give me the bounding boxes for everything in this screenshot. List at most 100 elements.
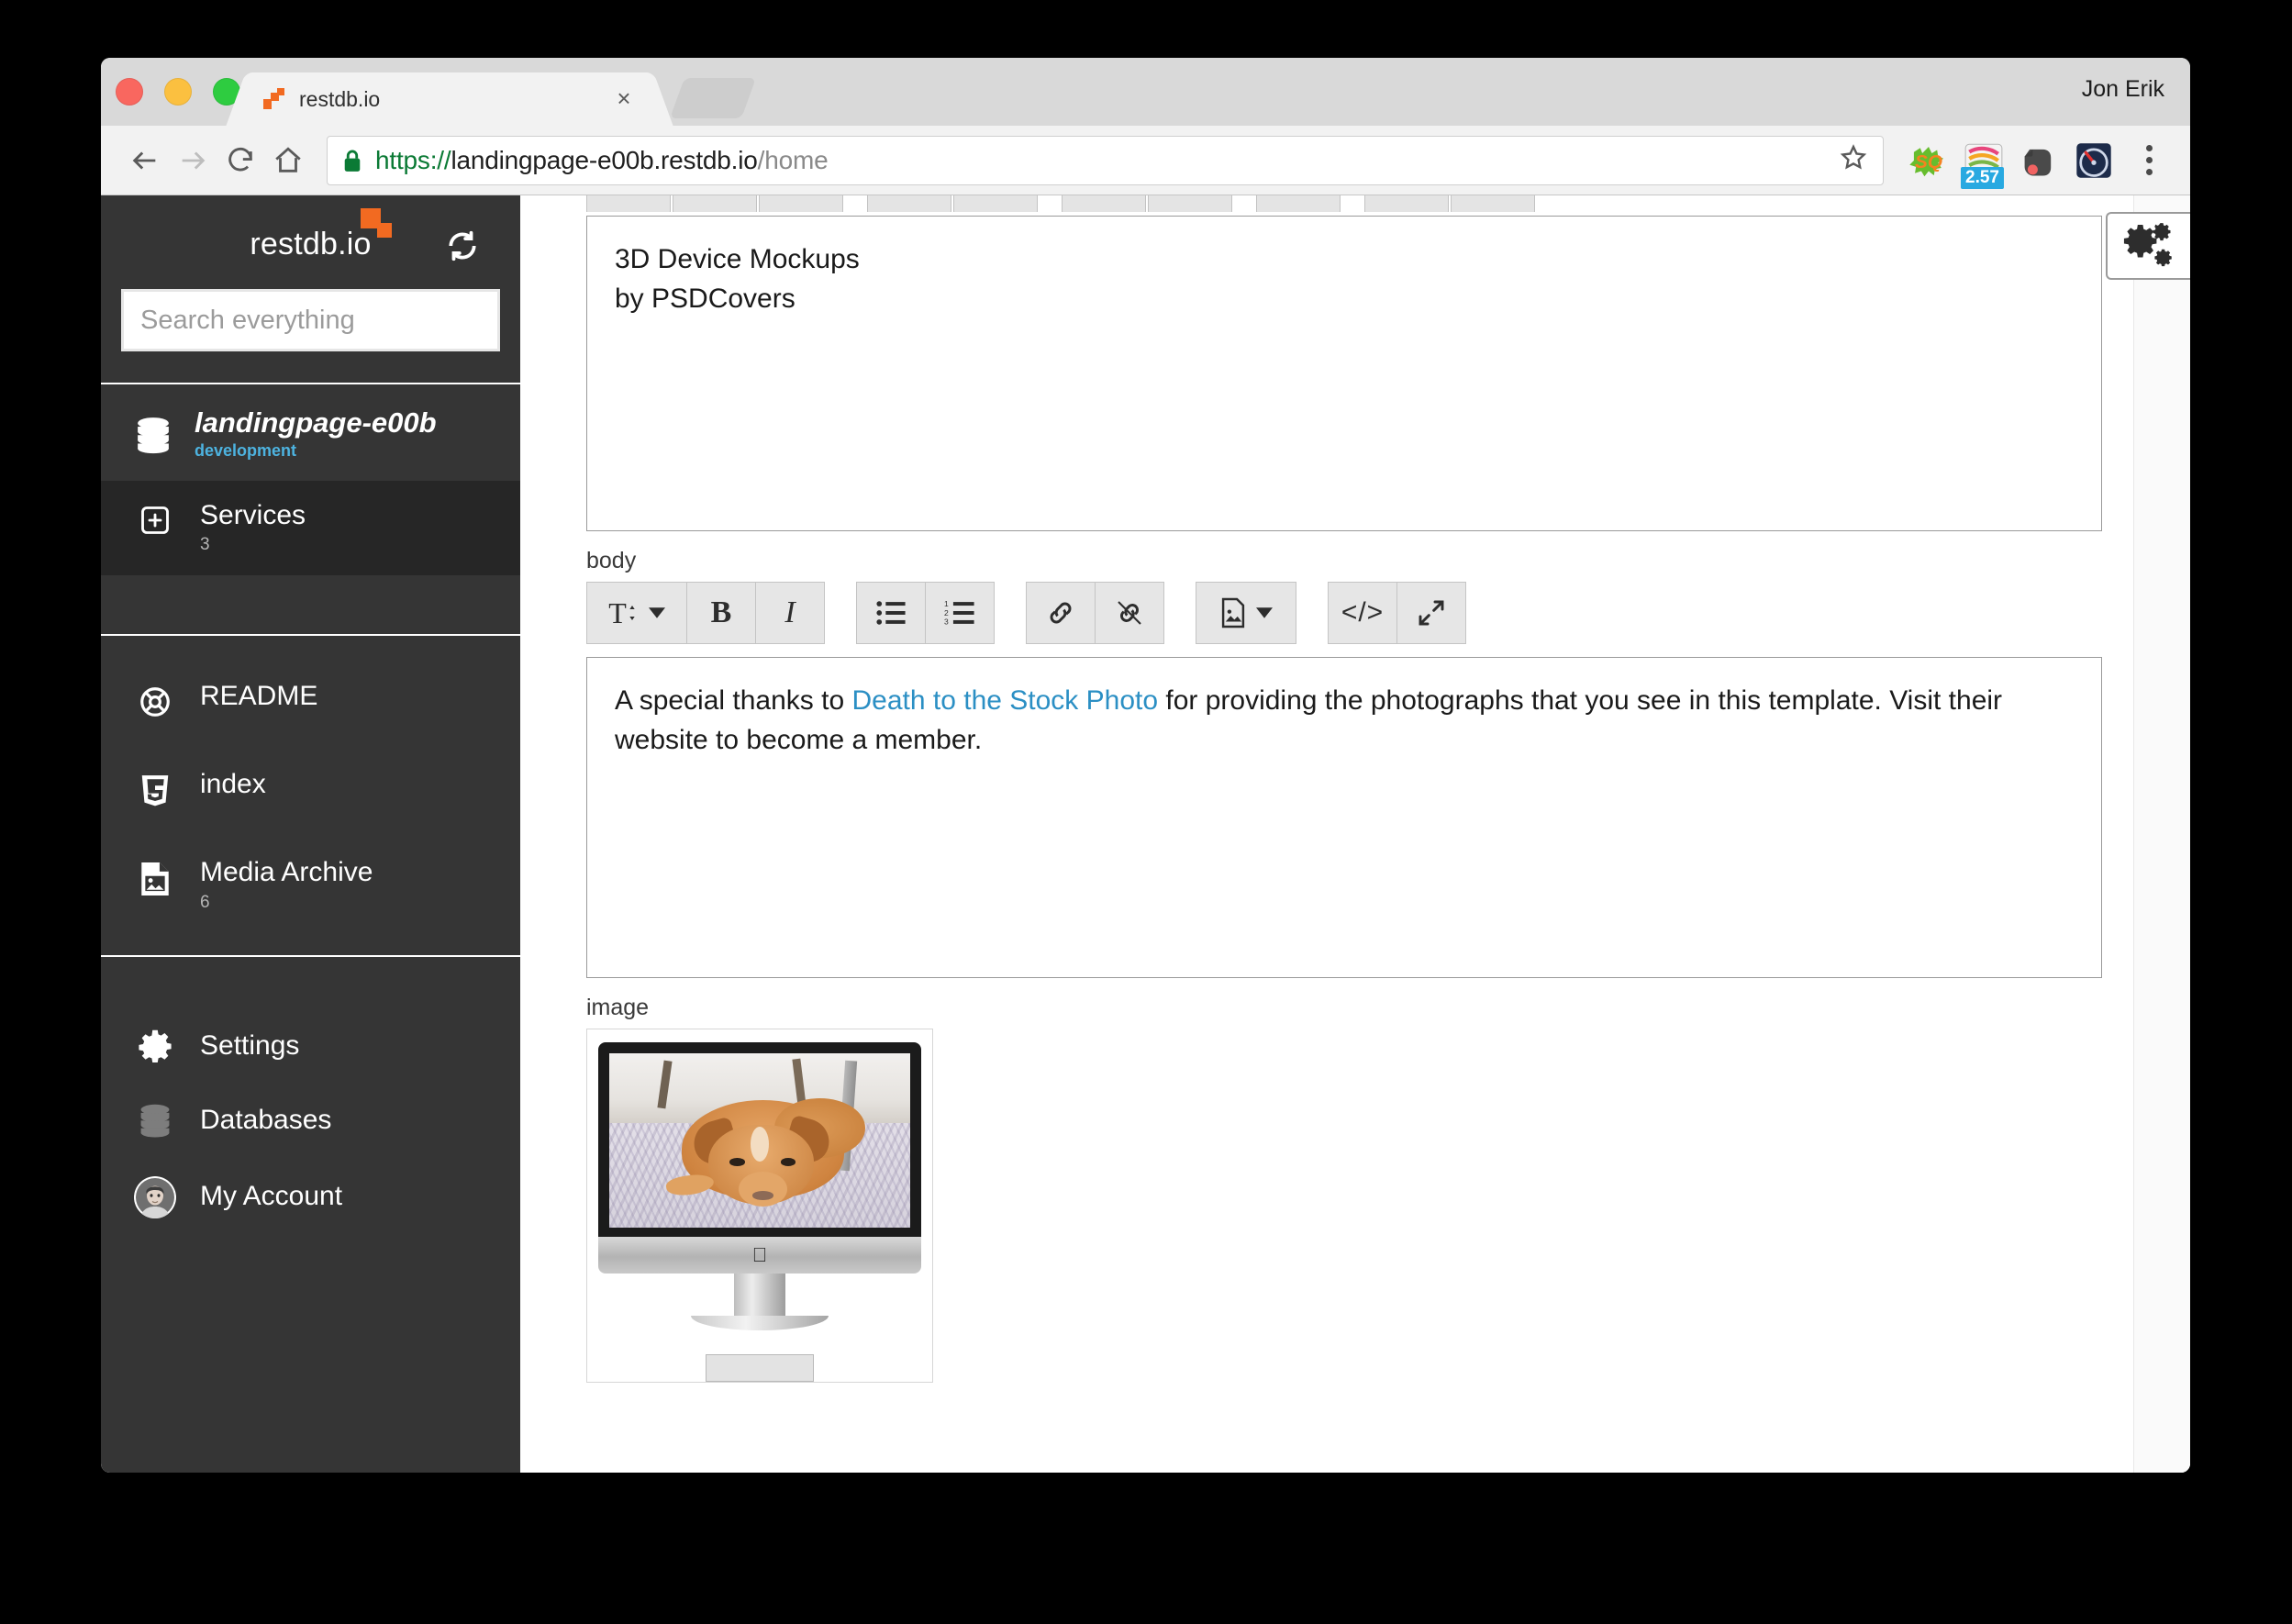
text-size-button[interactable]: T — [586, 582, 687, 644]
numbered-list-button[interactable]: 1 2 3 — [925, 582, 995, 644]
refresh-icon[interactable] — [445, 228, 480, 268]
sidebar-item-media-archive[interactable]: Media Archive 6 — [101, 838, 520, 933]
sidebar-item-count: 6 — [200, 893, 210, 913]
chevron-down-icon — [648, 607, 665, 618]
forward-icon — [169, 137, 217, 184]
sidebar-logo[interactable]: restdb.io — [250, 207, 392, 262]
image-thumbnail[interactable]:  — [586, 1029, 933, 1383]
link-button[interactable] — [1026, 582, 1096, 644]
italic-button[interactable]: I — [755, 582, 825, 644]
sidebar-header: restdb.io Search everything — [101, 195, 520, 384]
sidebar-item-services[interactable]: Services 3 — [101, 480, 520, 576]
settings-panel-button[interactable] — [2106, 212, 2190, 280]
close-window-button[interactable] — [116, 78, 143, 106]
sidebar-database-header[interactable]: landingpage-e00b development — [101, 384, 520, 481]
clipped-toolbar-button — [1451, 195, 1535, 212]
close-icon[interactable]: × — [611, 86, 637, 112]
sidebar-item-label: My Account — [200, 1180, 343, 1211]
minimize-window-button[interactable] — [164, 78, 192, 106]
dog-eye-right — [780, 1158, 796, 1166]
colorzilla-extension-icon[interactable]: 2.57 — [1959, 136, 2008, 189]
kebab-menu-icon[interactable] — [2128, 136, 2170, 185]
url-path: /home — [757, 145, 829, 174]
bold-button[interactable]: B — [686, 582, 756, 644]
clipped-toolbar-button — [1256, 195, 1341, 212]
body-link[interactable]: Death to the Stock Photo — [852, 685, 1159, 716]
evernote-extension-icon[interactable] — [2014, 136, 2064, 185]
browser-window: restdb.io × Jon Erik https://landingpage… — [101, 58, 2190, 1473]
back-icon[interactable] — [121, 137, 169, 184]
database-name: landingpage-e00b — [195, 406, 437, 439]
code-view-button[interactable]: </> — [1328, 582, 1397, 644]
database-stack-icon — [132, 409, 174, 460]
url-text: https://landingpage-e00b.restdb.io/home — [375, 145, 829, 175]
chevron-down-icon — [1256, 607, 1273, 618]
svg-text:3: 3 — [944, 617, 949, 627]
clipped-toolbar-button — [1364, 195, 1449, 212]
sidebar-item-label: README — [200, 681, 318, 712]
sq-extension-icon[interactable]: SQ — [1904, 136, 1953, 185]
clipped-toolbar-button — [867, 195, 951, 212]
sidebar-item-my-account[interactable]: My Account — [101, 1157, 520, 1235]
body-editor-area[interactable]: A special thanks to Death to the Stock P… — [586, 657, 2102, 978]
fullscreen-button[interactable] — [1396, 582, 1466, 644]
avatar-icon — [134, 1174, 176, 1219]
browser-toolbar: https://landingpage-e00b.restdb.io/home … — [101, 126, 2190, 195]
clipped-toolbar-button — [953, 195, 1038, 212]
extension-badge-count: 2.57 — [1961, 166, 2004, 189]
profile-name[interactable]: Jon Erik — [2082, 76, 2164, 103]
search-placeholder: Search everything — [140, 305, 355, 335]
clipped-toolbar-button — [1062, 195, 1146, 212]
bullet-list-button[interactable] — [856, 582, 926, 644]
text-size-arrows-icon — [629, 606, 635, 620]
star-icon[interactable] — [1839, 143, 1868, 177]
lock-icon — [342, 149, 362, 172]
toolbar-group-format: T B I — [586, 582, 825, 644]
lifebuoy-icon — [134, 682, 176, 719]
imac-stand-foot — [691, 1316, 829, 1330]
sidebar-database-info: landingpage-e00b development — [195, 406, 437, 461]
sidebar-divider — [101, 955, 520, 958]
sidebar-brand-row: restdb.io — [101, 207, 520, 273]
sidebar-item-count: 3 — [200, 535, 210, 555]
dog-snout — [739, 1172, 787, 1207]
title-textarea[interactable]: 3D Device Mockups by PSDCovers — [586, 216, 2102, 531]
reload-icon[interactable] — [217, 137, 264, 184]
sidebar: restdb.io Search everything landingpage-… — [101, 195, 520, 1473]
database-stack-icon — [134, 1099, 176, 1140]
gear-icon — [134, 1025, 176, 1066]
image-field-label: image — [586, 995, 650, 1020]
image-action-button[interactable] — [706, 1354, 814, 1382]
sidebar-item-body: Services 3 — [200, 500, 306, 556]
sidebar-item-index[interactable]: index — [101, 750, 520, 838]
logo-accent-large — [360, 207, 381, 228]
home-icon[interactable] — [264, 137, 312, 184]
body-text-before: A special thanks to — [615, 685, 852, 716]
search-input[interactable]: Search everything — [121, 289, 500, 351]
dog-nose — [751, 1191, 773, 1200]
browser-tab[interactable]: restdb.io × — [248, 72, 651, 126]
speedometer-extension-icon[interactable] — [2069, 136, 2119, 185]
new-tab-button[interactable] — [669, 78, 757, 118]
sidebar-item-body: index — [200, 770, 266, 799]
image-file-icon — [134, 858, 176, 897]
address-bar[interactable]: https://landingpage-e00b.restdb.io/home — [327, 135, 1884, 185]
unlink-button[interactable] — [1095, 582, 1164, 644]
insert-image-button[interactable] — [1196, 582, 1296, 644]
sidebar-item-readme[interactable]: README — [101, 662, 520, 750]
sidebar-item-databases[interactable]: Databases — [101, 1083, 520, 1157]
sidebar-database-section: landingpage-e00b development Services 3 — [101, 384, 520, 637]
html5-shield-icon — [134, 770, 176, 807]
form-fields: 3D Device Mockups by PSDCovers body T B — [520, 195, 2190, 1473]
svg-text:1: 1 — [944, 599, 949, 608]
sidebar-item-body: Media Archive 6 — [200, 858, 373, 913]
url-host: landingpage-e00b.restdb.io — [451, 145, 758, 174]
image-field: image — [586, 995, 2102, 1383]
clipped-toolbar-button — [586, 195, 671, 212]
sidebar-item-settings[interactable]: Settings — [101, 1008, 520, 1083]
plus-box-icon — [134, 501, 176, 537]
window-controls — [116, 78, 240, 106]
svg-text:SQ: SQ — [1915, 151, 1942, 172]
sidebar-logo-text: restdb.io — [250, 226, 372, 261]
